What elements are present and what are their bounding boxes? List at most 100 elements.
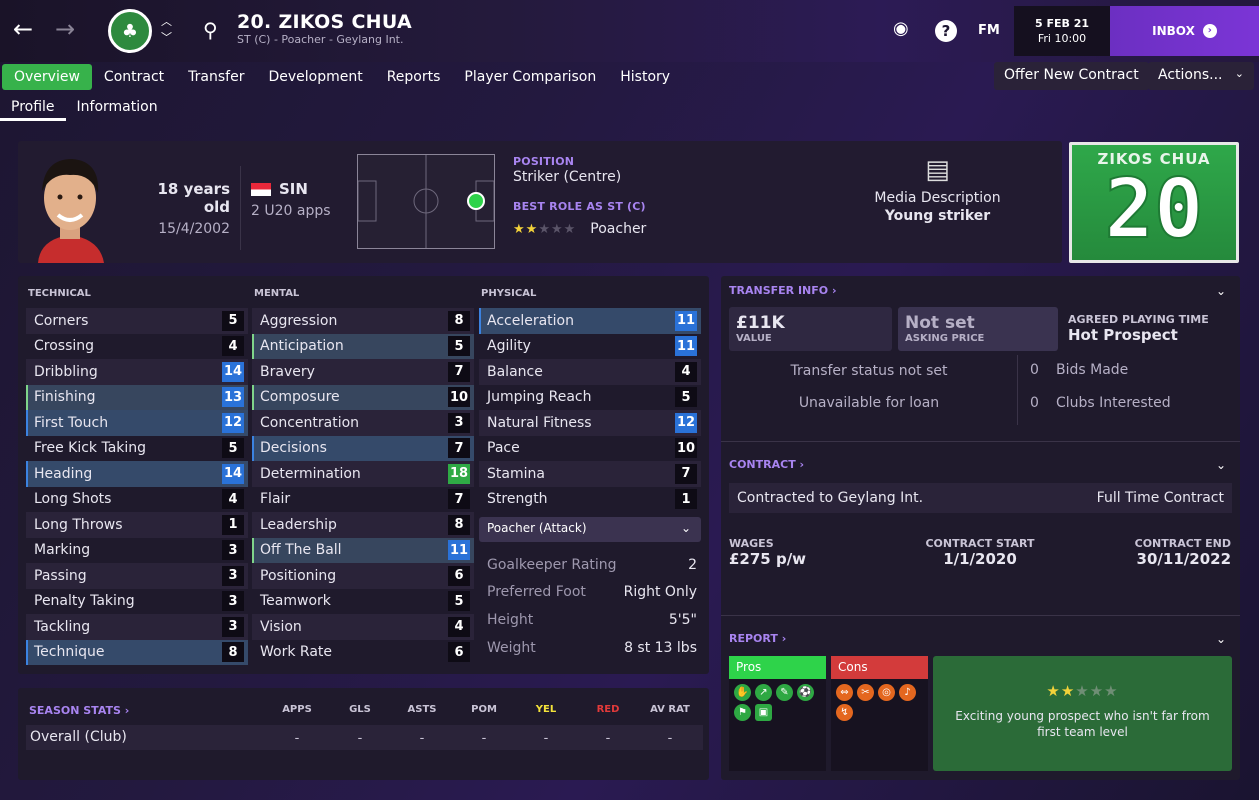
attribute-row[interactable]: Decisions 7 bbox=[252, 435, 474, 461]
attribute-row[interactable]: Jumping Reach 5 bbox=[479, 385, 701, 411]
date-text: 5 FEB 21 bbox=[1034, 17, 1090, 30]
detail-row: Weight 8 st 13 lbs bbox=[487, 640, 697, 656]
chevron-down-icon[interactable]: ⌄ bbox=[1216, 284, 1226, 298]
back-arrow-icon[interactable]: ← bbox=[8, 14, 38, 44]
attribute-row[interactable]: Strength 1 bbox=[479, 487, 701, 513]
attribute-row[interactable]: Positioning 6 bbox=[252, 563, 474, 589]
attribute-row[interactable]: Determination 18 bbox=[252, 461, 474, 487]
attribute-row[interactable]: Vision 4 bbox=[252, 614, 474, 640]
divider bbox=[721, 615, 1240, 616]
inbox-button[interactable]: INBOX › bbox=[1110, 6, 1259, 56]
attribute-row[interactable]: Bravery 7 bbox=[252, 359, 474, 385]
tab-contract[interactable]: Contract bbox=[92, 64, 176, 90]
season-row-label: Overall (Club) bbox=[30, 729, 127, 745]
attribute-value: 3 bbox=[222, 616, 244, 637]
attribute-row[interactable]: First Touch 12 bbox=[26, 410, 248, 436]
attribute-row[interactable]: Natural Fitness 12 bbox=[479, 410, 701, 436]
chevron-down-icon[interactable]: ⌄ bbox=[1216, 458, 1226, 472]
role-dropdown[interactable]: Poacher (Attack) ⌄ bbox=[479, 517, 701, 542]
attribute-row[interactable]: Flair 7 bbox=[252, 487, 474, 513]
attribute-row[interactable]: Free Kick Taking 5 bbox=[26, 436, 248, 462]
contract-start: 1/1/2020 bbox=[943, 550, 1017, 568]
attribute-icon: ▣ bbox=[755, 704, 772, 721]
attribute-name: Passing bbox=[34, 567, 87, 584]
fm-menu-button[interactable]: FM bbox=[978, 23, 1000, 38]
attribute-row[interactable]: Marking 3 bbox=[26, 538, 248, 564]
tab-overview[interactable]: Overview bbox=[2, 64, 92, 90]
attribute-row[interactable]: Penalty Taking 3 bbox=[26, 589, 248, 615]
attribute-name: Technique bbox=[34, 644, 105, 661]
attribute-value: 10 bbox=[675, 438, 697, 459]
attribute-row[interactable]: Crossing 4 bbox=[26, 334, 248, 360]
loan-status: Unavailable for loan bbox=[798, 395, 940, 411]
transfer-status: Transfer status not set bbox=[790, 363, 948, 379]
pros-box: Pros ✋ ↗ ✎ ⚽ ⚑ ▣ bbox=[729, 656, 826, 771]
tab-player-comparison[interactable]: Player Comparison bbox=[452, 64, 608, 90]
attribute-row[interactable]: Pace 10 bbox=[479, 436, 701, 462]
attribute-row[interactable]: Off The Ball 11 bbox=[252, 537, 474, 563]
attribute-row[interactable]: Composure 10 bbox=[252, 384, 474, 410]
subtab-information[interactable]: Information bbox=[66, 95, 169, 121]
attribute-row[interactable]: Aggression 8 bbox=[252, 308, 474, 334]
attribute-row[interactable]: Concentration 3 bbox=[252, 410, 474, 436]
globe-icon[interactable]: ◉ bbox=[893, 18, 909, 39]
attribute-row[interactable]: Agility 11 bbox=[479, 334, 701, 360]
tab-development[interactable]: Development bbox=[256, 64, 374, 90]
attribute-row[interactable]: Tackling 3 bbox=[26, 614, 248, 640]
contract-link[interactable]: CONTRACT › bbox=[729, 458, 804, 471]
tab-transfer[interactable]: Transfer bbox=[176, 64, 256, 90]
report-link[interactable]: REPORT › bbox=[729, 632, 786, 645]
attribute-row[interactable]: Anticipation 5 bbox=[252, 333, 474, 359]
attribute-row[interactable]: Leadership 8 bbox=[252, 512, 474, 538]
asking-price-box[interactable]: Not set ASKING PRICE bbox=[898, 307, 1058, 351]
attribute-row[interactable]: Long Throws 1 bbox=[26, 512, 248, 538]
attribute-row[interactable]: Work Rate 6 bbox=[252, 640, 474, 666]
season-stats-link[interactable]: SEASON STATS › bbox=[29, 704, 129, 717]
subtab-profile[interactable]: Profile bbox=[0, 95, 66, 121]
chevron-down-icon[interactable]: ⌄ bbox=[1216, 632, 1226, 646]
help-icon[interactable]: ? bbox=[935, 20, 957, 42]
attribute-name: Strength bbox=[487, 491, 548, 508]
technical-header: TECHNICAL bbox=[28, 288, 91, 299]
attribute-row[interactable]: Long Shots 4 bbox=[26, 487, 248, 513]
attribute-row[interactable]: Dribbling 14 bbox=[26, 359, 248, 385]
inbox-label: INBOX bbox=[1152, 24, 1195, 38]
main-tabs: Overview Contract Transfer Development R… bbox=[0, 62, 682, 92]
attribute-icon: ✂ bbox=[857, 684, 874, 701]
club-badge-icon[interactable]: ♣ bbox=[108, 9, 152, 53]
forward-arrow-icon[interactable]: → bbox=[50, 14, 80, 44]
date-display[interactable]: 5 FEB 21 Fri 10:00 bbox=[1014, 6, 1110, 56]
attribute-row[interactable]: Heading 14 bbox=[26, 461, 248, 487]
report-label: REPORT bbox=[729, 632, 778, 645]
tab-history[interactable]: History bbox=[608, 64, 682, 90]
attribute-row[interactable]: Passing 3 bbox=[26, 563, 248, 589]
transfer-info-link[interactable]: TRANSFER INFO › bbox=[729, 284, 836, 297]
contract-end: 30/11/2022 bbox=[1136, 550, 1231, 568]
playing-time-label: AGREED PLAYING TIME bbox=[1068, 313, 1209, 326]
attribute-row[interactable]: Corners 5 bbox=[26, 308, 248, 334]
attribute-row[interactable]: Technique 8 bbox=[26, 639, 248, 665]
attribute-row[interactable]: Acceleration 11 bbox=[479, 308, 701, 334]
attribute-value: 3 bbox=[448, 412, 470, 433]
tab-reports[interactable]: Reports bbox=[375, 64, 453, 90]
attribute-value: 12 bbox=[222, 412, 244, 433]
attribute-row[interactable]: Finishing 13 bbox=[26, 384, 248, 410]
attribute-value: 8 bbox=[448, 514, 470, 535]
attribute-name: Flair bbox=[260, 491, 291, 508]
attribute-value: 10 bbox=[448, 387, 470, 408]
position-label: POSITION bbox=[513, 155, 575, 168]
attribute-name: Dribbling bbox=[34, 363, 98, 380]
newspaper-icon: ▤ bbox=[925, 155, 950, 185]
attribute-name: Finishing bbox=[34, 389, 96, 406]
detail-row: Preferred Foot Right Only bbox=[487, 584, 697, 600]
player-name: 20. ZIKOS CHUA bbox=[237, 11, 413, 33]
attribute-row[interactable]: Teamwork 5 bbox=[252, 589, 474, 615]
search-icon[interactable]: ⚲ bbox=[203, 18, 218, 42]
attribute-name: Crossing bbox=[34, 338, 95, 355]
player-switch-arrows-icon[interactable]: ︿ ﹀ bbox=[161, 14, 172, 46]
attribute-row[interactable]: Balance 4 bbox=[479, 359, 701, 385]
offer-new-contract-button[interactable]: Offer New Contract bbox=[994, 62, 1149, 90]
attribute-row[interactable]: Stamina 7 bbox=[479, 461, 701, 487]
shirt-number-kit: ZIKOS CHUA 20 bbox=[1069, 142, 1239, 263]
actions-button[interactable]: Actions... ⌄ bbox=[1148, 62, 1254, 90]
